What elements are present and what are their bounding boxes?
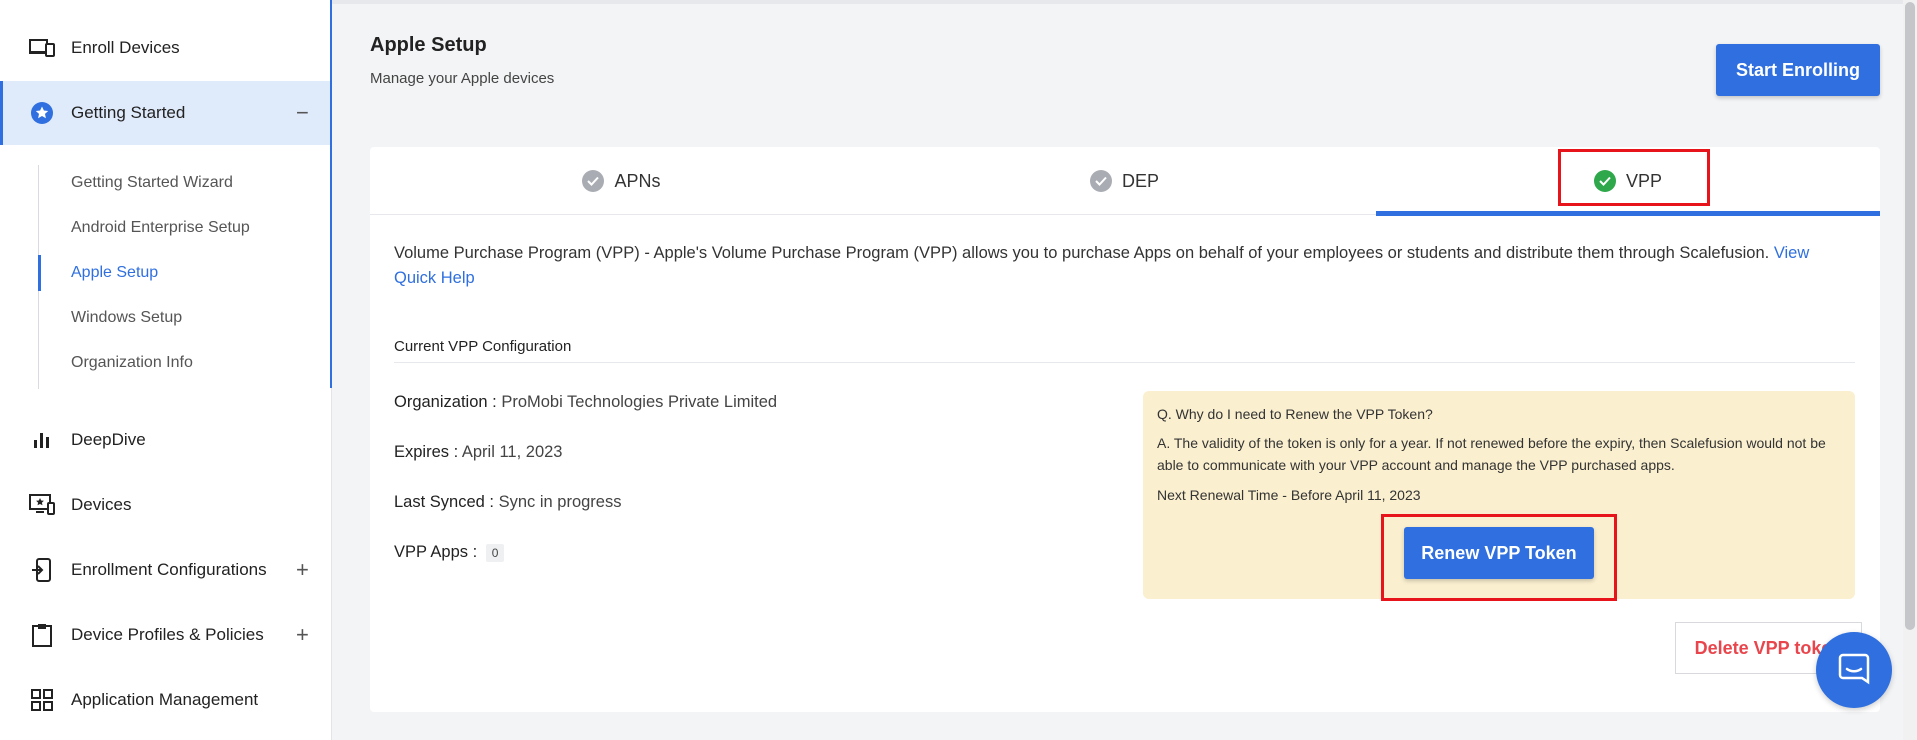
- sidebar-sub-getting-started-wizard[interactable]: Getting Started Wizard: [39, 165, 329, 201]
- sidebar-item-deepdive[interactable]: DeepDive: [0, 408, 330, 472]
- sidebar-sub-apple-setup[interactable]: Apple Setup: [38, 255, 329, 291]
- check-circle-icon: [582, 170, 605, 192]
- chat-launcher-button[interactable]: [1816, 632, 1892, 708]
- vpp-apps-count-badge: 0: [485, 544, 505, 562]
- organization-value: ProMobi Technologies Private Limited: [501, 393, 778, 411]
- expand-icon[interactable]: +: [296, 557, 309, 583]
- page-title: Apple Setup: [370, 34, 487, 56]
- tab-dep[interactable]: DEP: [873, 147, 1376, 215]
- expand-icon[interactable]: +: [296, 622, 309, 648]
- sidebar-item-device-profiles-policies[interactable]: Device Profiles & Policies +: [0, 603, 330, 667]
- tab-label: DEP: [1121, 170, 1159, 191]
- vpp-description: Volume Purchase Program (VPP) - Apple's …: [394, 241, 1854, 291]
- scrollbar-thumb[interactable]: [1905, 2, 1915, 630]
- expires-label: Expires :: [394, 443, 459, 461]
- start-enrolling-button[interactable]: Start Enrolling: [1716, 44, 1880, 96]
- vpp-tab-highlight: [1558, 149, 1710, 206]
- sidebar-item-application-management[interactable]: Application Management: [0, 668, 330, 732]
- renew-button-highlight: [1381, 514, 1617, 601]
- sidebar-sub-organization-info[interactable]: Organization Info: [39, 345, 329, 381]
- vpp-apps-label: VPP Apps :: [394, 543, 478, 561]
- last-synced-field: Last Synced : Sync in progress: [394, 493, 621, 512]
- getting-started-submenu: Getting Started Wizard Android Enterpris…: [38, 165, 330, 389]
- sidebar-item-enrollment-configurations[interactable]: Enrollment Configurations +: [0, 538, 330, 602]
- sidebar-item-getting-started[interactable]: Getting Started −: [0, 81, 330, 145]
- sidebar: Enroll Devices Getting Started − Getting…: [0, 0, 332, 740]
- sidebar-item-label: Devices: [71, 495, 132, 514]
- sidebar-item-label: Device Profiles & Policies: [71, 625, 264, 644]
- last-synced-value: Sync in progress: [498, 493, 622, 511]
- sidebar-item-enroll-devices[interactable]: Enroll Devices: [0, 16, 330, 80]
- clipboard-icon: [28, 621, 56, 649]
- sidebar-sub-android-enterprise-setup[interactable]: Android Enterprise Setup: [39, 210, 329, 246]
- collapse-icon[interactable]: −: [296, 100, 309, 126]
- sidebar-item-label: Application Management: [71, 690, 259, 709]
- organization-field: Organization : ProMobi Technologies Priv…: [394, 393, 777, 412]
- monitor-icon: [28, 491, 56, 519]
- sidebar-item-label: Getting Started: [71, 103, 186, 122]
- vpp-apps-field: VPP Apps : 0: [394, 543, 505, 562]
- vpp-description-text: Volume Purchase Program (VPP) - Apple's …: [394, 244, 1770, 262]
- tab-bar: APNs DEP VPP: [370, 147, 1880, 216]
- top-border: [332, 0, 1917, 4]
- devices-icon: [28, 34, 56, 62]
- info-question: Q. Why do I need to Renew the VPP Token?: [1157, 406, 1433, 422]
- grid-icon: [28, 686, 56, 714]
- sidebar-item-label: Enroll Devices: [71, 38, 180, 57]
- check-circle-icon: [1089, 170, 1112, 192]
- expires-value: April 11, 2023: [461, 443, 563, 461]
- bar-chart-icon: [28, 426, 56, 454]
- sidebar-rail: [330, 0, 332, 388]
- scrollbar[interactable]: [1903, 0, 1917, 740]
- chat-icon: [1837, 651, 1871, 690]
- organization-label: Organization :: [394, 393, 497, 411]
- expires-field: Expires : April 11, 2023: [394, 443, 562, 462]
- vpp-card: APNs DEP VPP Volume Purchase Program (VP…: [370, 147, 1880, 712]
- tab-label: APNs: [614, 170, 661, 191]
- phone-enroll-icon: [28, 556, 56, 584]
- sidebar-sub-windows-setup[interactable]: Windows Setup: [39, 300, 329, 336]
- star-badge-icon: [28, 99, 56, 127]
- info-answer: A. The validity of the token is only for…: [1157, 435, 1826, 473]
- tab-apns[interactable]: APNs: [370, 147, 873, 215]
- sidebar-item-devices[interactable]: Devices: [0, 473, 330, 537]
- last-synced-label: Last Synced :: [394, 493, 494, 511]
- section-divider: [394, 362, 1855, 363]
- section-title: Current VPP Configuration: [394, 338, 572, 355]
- sidebar-item-label: Enrollment Configurations: [71, 560, 267, 579]
- next-renewal-time: Next Renewal Time - Before April 11, 202…: [1157, 487, 1421, 503]
- sidebar-item-label: DeepDive: [71, 430, 146, 449]
- page-subtitle: Manage your Apple devices: [370, 70, 555, 87]
